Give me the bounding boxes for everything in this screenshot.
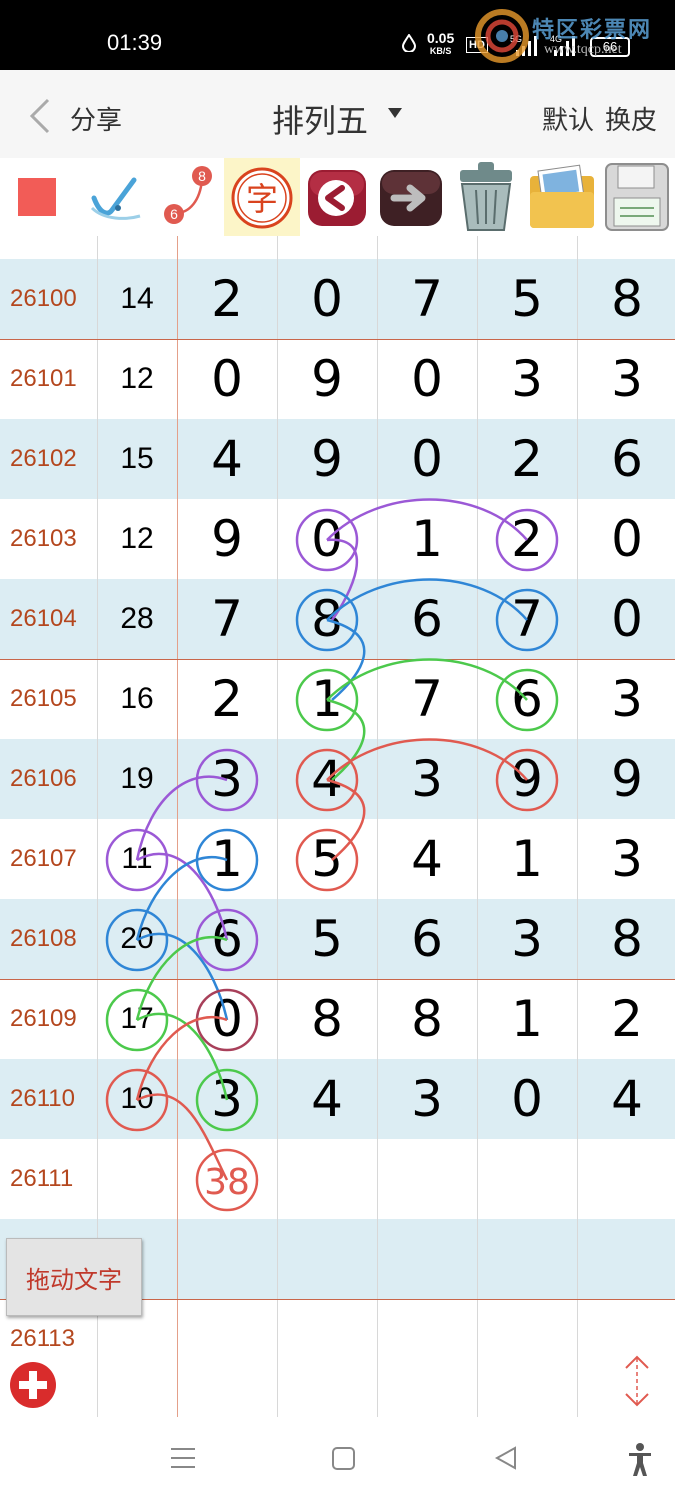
text-char-glyph: 字 xyxy=(246,180,278,218)
net-speed: 0.05 KB/S xyxy=(427,30,455,58)
chevron-left-icon[interactable] xyxy=(26,96,54,136)
share-button[interactable]: 分享 xyxy=(70,100,122,137)
red-square-color-icon[interactable] xyxy=(0,158,76,236)
trash-icon[interactable] xyxy=(448,158,524,236)
back-triangle-icon[interactable] xyxy=(493,1443,519,1473)
status-bar: 01:39 0.05 KB/S HD 5G 4G 66 特区彩票网 www.tq… xyxy=(0,0,675,70)
net-speed-value: 0.05 xyxy=(427,30,455,46)
green-annotation xyxy=(105,658,559,1132)
purple-annotation xyxy=(105,498,559,972)
pen-checkmark-icon[interactable] xyxy=(78,158,152,236)
data-saver-icon xyxy=(402,34,416,52)
connect-number-a: 6 xyxy=(170,206,178,222)
system-nav-bar xyxy=(0,1417,675,1500)
color-swatch xyxy=(18,178,56,216)
chevron-down-icon[interactable] xyxy=(388,108,402,118)
connect-numbers-icon[interactable]: 8 6 xyxy=(152,158,224,236)
text-char-icon[interactable]: 字 xyxy=(224,158,300,236)
connect-number-b: 8 xyxy=(198,168,206,184)
accessibility-icon[interactable] xyxy=(627,1443,653,1477)
watermark-title: 特区彩票网 xyxy=(532,17,653,42)
up-down-arrows-icon[interactable] xyxy=(620,1354,654,1408)
home-square-icon[interactable] xyxy=(331,1443,357,1473)
undo-arrow-icon[interactable] xyxy=(300,158,372,236)
red-annotation xyxy=(105,738,559,1212)
plus-circle-icon[interactable] xyxy=(10,1362,56,1408)
watermark: 特区彩票网 www.tqcp.net xyxy=(474,6,674,66)
net-speed-unit: KB/S xyxy=(429,46,452,56)
change-skin-button[interactable]: 换皮 xyxy=(605,100,657,137)
menu-icon[interactable] xyxy=(170,1443,196,1473)
text-char-icon-graphic: 字 xyxy=(231,167,293,229)
watermark-logo-icon xyxy=(475,9,529,63)
drawing-toolbar: 8 6 字 xyxy=(0,158,675,236)
watermark-url: www.tqcp.net xyxy=(544,42,622,57)
prediction-value: 38 xyxy=(204,1162,250,1203)
page-title[interactable]: 排列五 xyxy=(272,96,368,142)
images-folder-icon[interactable] xyxy=(524,158,600,236)
save-disk-icon[interactable] xyxy=(600,158,675,236)
status-time: 01:39 xyxy=(107,30,163,55)
default-button[interactable]: 默认 xyxy=(542,100,594,137)
redo-arrow-icon[interactable] xyxy=(372,158,448,236)
app-header: 分享 排列五 默认 换皮 xyxy=(0,70,675,158)
drag-text-button[interactable]: 拖动文字 xyxy=(6,1238,142,1316)
